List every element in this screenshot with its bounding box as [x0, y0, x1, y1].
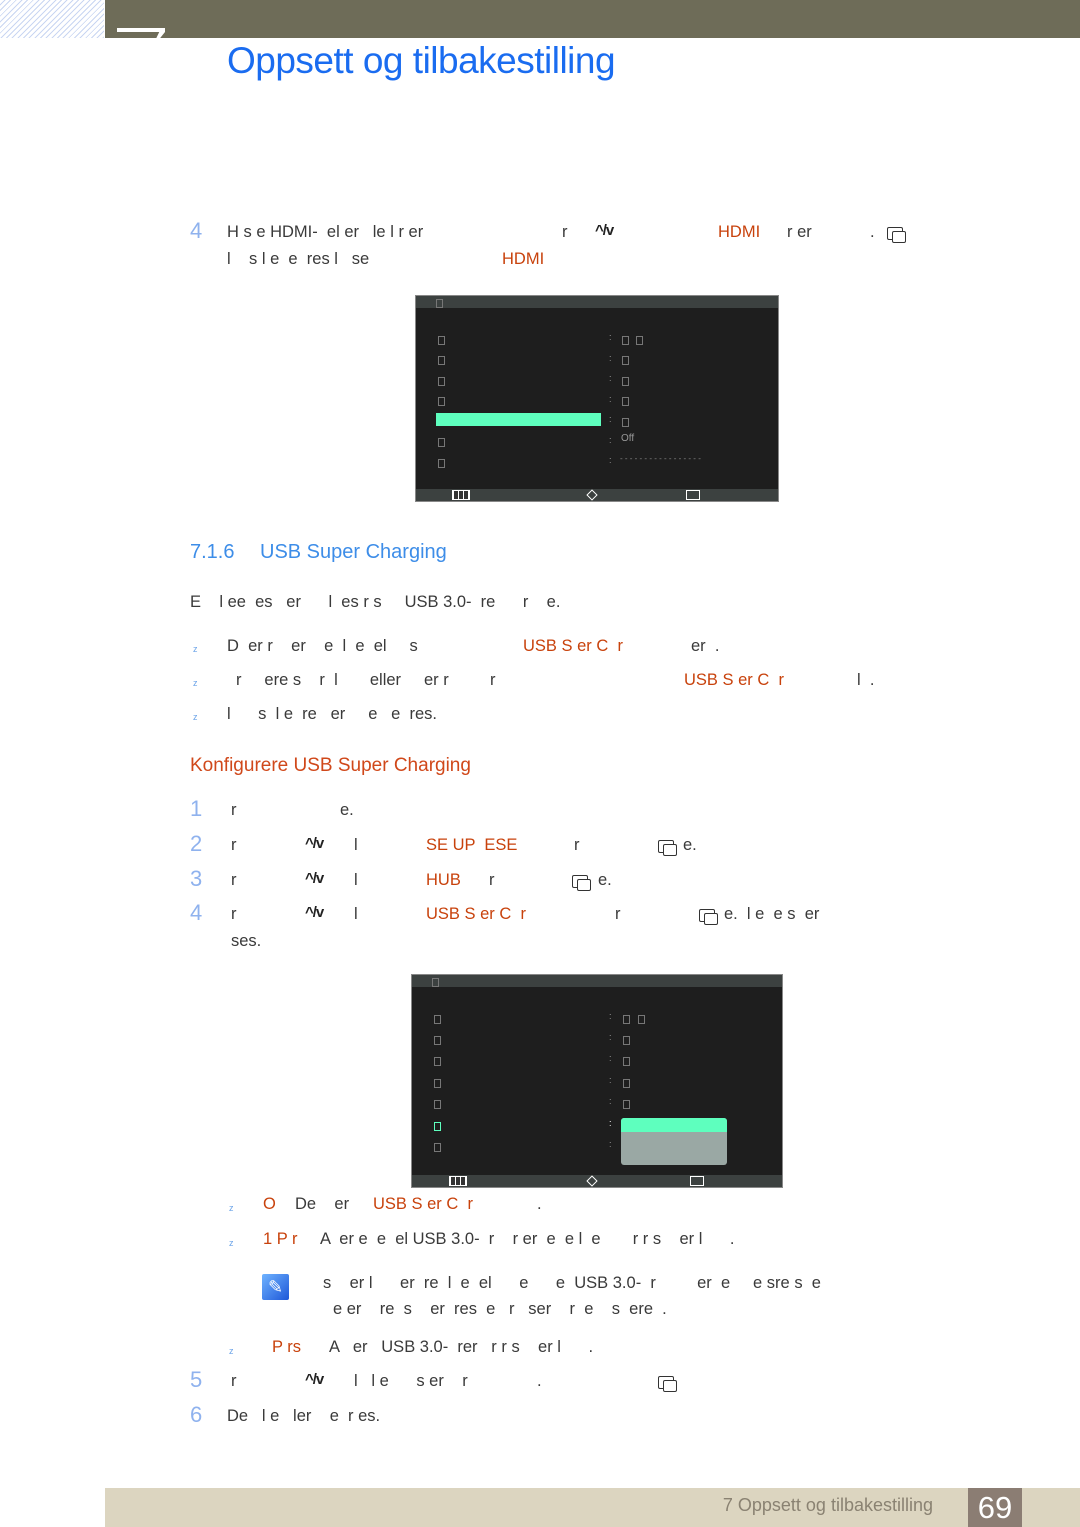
osd-menu-screenshot: :::::::	[411, 974, 783, 1188]
up-down-arrows-icon: ^/v	[305, 904, 324, 921]
step-text: ses.	[231, 932, 262, 950]
step-text: e. l e e s er	[724, 905, 820, 923]
up-down-arrows-icon: ^/v	[305, 1371, 324, 1388]
up-down-arrows-icon: ^/v	[305, 870, 324, 887]
step-text: r	[231, 836, 237, 854]
menu-icon	[449, 1176, 467, 1186]
step-number: 1	[190, 796, 203, 821]
menu-selected-row	[436, 413, 601, 426]
dropdown-list	[621, 1118, 727, 1165]
note-text: e er re s er res e r ser r e s ere .	[333, 1300, 667, 1318]
note-text: s er l er re l e el e e USB 3.0- r er e …	[323, 1274, 821, 1292]
step-text: H s e HDMI- el er le l r er	[227, 223, 424, 241]
step-text: r	[489, 871, 495, 889]
option-text: De er	[295, 1195, 350, 1213]
bullet-icon: z	[193, 644, 198, 654]
menu-value-dashes: - - - - - - - - - - - - - - - - -	[620, 454, 701, 463]
step-text: r	[562, 223, 568, 241]
menu-value-off: Off	[621, 433, 635, 444]
header-bar	[105, 0, 1080, 38]
enter-icon	[690, 1176, 704, 1186]
bullet-icon: z	[229, 1203, 234, 1213]
header-hatch	[0, 0, 104, 38]
step-text: l	[354, 871, 358, 889]
step-text: l l e s er r	[354, 1372, 468, 1390]
bullet-text: l s l e re er e e res.	[227, 705, 437, 723]
enter-icon	[686, 490, 700, 500]
menu-icon	[452, 490, 470, 500]
menu-term: USB S er C r	[426, 905, 526, 923]
footer-bar	[105, 1488, 1080, 1527]
bullet-text: l .	[857, 671, 875, 689]
section-number: 7.1.6	[190, 541, 235, 563]
menu-term: HUB	[426, 871, 461, 889]
option-text: A er e e el USB 3.0- r r er e e l e r r …	[320, 1230, 735, 1248]
note-icon: ✎	[262, 1274, 289, 1300]
osd-menu-screenshot: ::::::: Off - - - - - - - - - - - - - - …	[415, 295, 779, 502]
step-text: e.	[598, 871, 612, 889]
enter-button-icon	[658, 1376, 677, 1392]
menu-term: HDMI	[718, 223, 761, 241]
bullet-text: D er r er e l e el s	[227, 637, 418, 655]
step-number: 3	[190, 866, 203, 891]
subheading: Konfigurere USB Super Charging	[190, 755, 471, 776]
menu-term: USB S er C r	[684, 671, 784, 689]
step-text: r	[231, 1372, 237, 1390]
step-text: r	[231, 905, 237, 923]
step-text: l	[354, 905, 358, 923]
page-number: 69	[968, 1488, 1022, 1527]
bullet-text: er .	[691, 637, 720, 655]
step-text: r	[231, 801, 237, 819]
bullet-icon: z	[229, 1346, 234, 1356]
step-text: r er	[787, 223, 812, 241]
menu-term: SE UP ESE	[426, 836, 518, 854]
section-title: USB Super Charging	[260, 541, 447, 563]
footer-chapter: 7 Oppsett og tilbakestilling	[722, 1495, 933, 1515]
page-title: Oppsett og tilbakestilling	[227, 40, 616, 81]
option-text: .	[537, 1195, 542, 1213]
dropdown-option-selected[interactable]	[621, 1118, 727, 1132]
step-text: l s l e e res l se	[227, 250, 370, 268]
intro-paragraph: E l ee es er l es r s USB 3.0- re r e.	[190, 593, 561, 611]
option-text: A er USB 3.0- rer r r s er l .	[329, 1338, 594, 1356]
step-text: r	[574, 836, 580, 854]
menu-term: HDMI	[502, 250, 545, 268]
enter-button-icon	[699, 909, 718, 925]
step-number: 2	[190, 831, 203, 856]
step-number: 6	[190, 1402, 203, 1427]
enter-button-icon	[658, 840, 677, 856]
option-name: 1 P r	[263, 1230, 298, 1248]
up-down-arrows-icon: ^/v	[595, 222, 614, 239]
step-number: 5	[190, 1367, 203, 1392]
option-name: O	[263, 1195, 276, 1213]
step-text: l	[354, 836, 358, 854]
menu-term: USB S er C r	[523, 637, 623, 655]
option-name: P rs	[272, 1338, 302, 1356]
enter-button-icon	[572, 875, 591, 891]
step-text: r	[615, 905, 621, 923]
step-text: De l e ler e r es.	[227, 1407, 381, 1425]
bullet-text: r ere s r l eller er r r	[236, 671, 496, 689]
manual-page: Oppsett og tilbakestilling 4 H s e HDMI-…	[0, 0, 1080, 1527]
step-text: .	[870, 223, 875, 241]
step-number: 4	[190, 900, 203, 925]
step-text: .	[537, 1372, 542, 1390]
up-down-arrows-icon: ^/v	[305, 835, 324, 852]
step-text: e.	[683, 836, 697, 854]
step-text: r	[231, 871, 237, 889]
bullet-icon: z	[193, 712, 198, 722]
step-number: 4	[190, 218, 203, 243]
menu-term: USB S er C r	[373, 1195, 473, 1213]
bullet-icon: z	[193, 678, 198, 688]
enter-button-icon	[887, 227, 906, 243]
step-text: e.	[340, 801, 354, 819]
bullet-icon: z	[229, 1238, 234, 1248]
